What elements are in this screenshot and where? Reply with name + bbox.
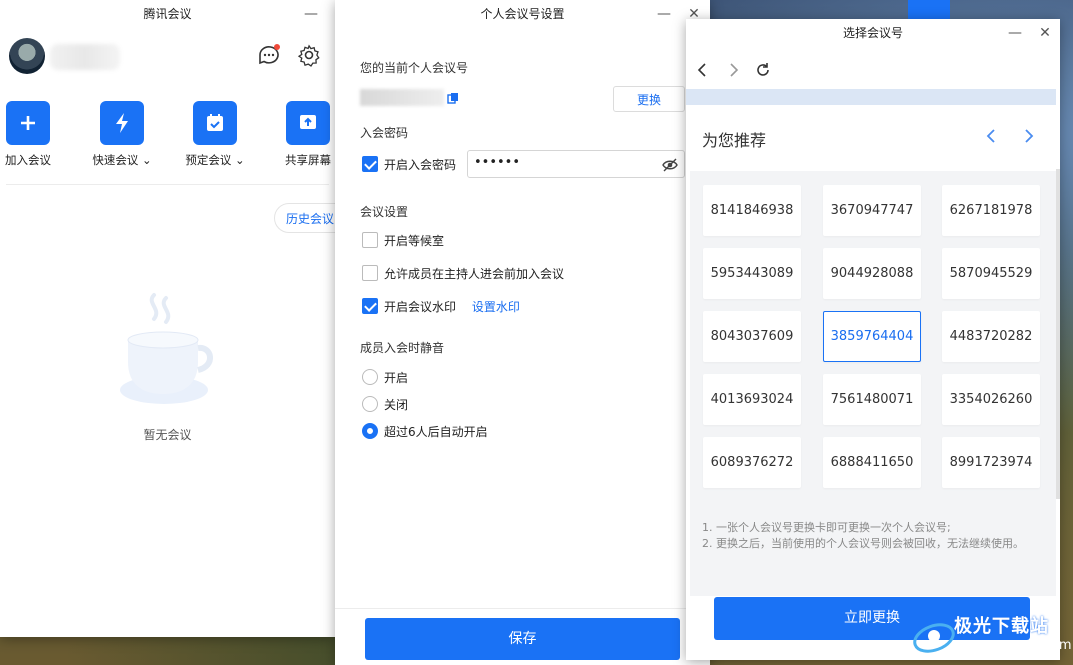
main-titlebar: 腾讯会议 — bbox=[0, 0, 335, 30]
select-titlebar: 选择会议号 — ✕ bbox=[686, 19, 1060, 49]
empty-state-text: 暂无会议 bbox=[143, 428, 192, 442]
back-icon[interactable] bbox=[694, 61, 712, 79]
set-watermark-link[interactable]: 设置水印 bbox=[472, 300, 520, 314]
empty-cup-illustration bbox=[120, 293, 213, 404]
mute-off-label: 关闭 bbox=[384, 398, 409, 412]
meeting-settings-section-label: 会议设置 bbox=[360, 205, 409, 219]
chevron-down-icon: ⌄ bbox=[142, 153, 152, 167]
number-card[interactable]: 5953443089 bbox=[703, 248, 801, 299]
settings-titlebar: 个人会议号设置 — ✕ bbox=[335, 0, 710, 30]
schedule-meeting-button[interactable]: 预定会议 ⌄ bbox=[185, 101, 245, 168]
note-2: 2. 更换之后，当前使用的个人会议号则会被回收，无法继续使用。 bbox=[702, 537, 1024, 550]
number-card[interactable]: 8141846938 bbox=[703, 185, 801, 236]
change-number-button[interactable]: 更换 bbox=[613, 86, 685, 112]
personal-meeting-settings-window: 个人会议号设置 — ✕ 您的当前个人会议号 更换 入会密码 开启入会密码 •••… bbox=[335, 0, 710, 665]
banner-strip bbox=[686, 89, 1056, 105]
chevron-down-icon: ⌄ bbox=[235, 153, 245, 167]
gear-icon[interactable] bbox=[296, 42, 322, 68]
number-card[interactable]: 4483720282 bbox=[942, 311, 1040, 362]
lightning-icon bbox=[100, 101, 144, 145]
number-card[interactable]: 9044928088 bbox=[823, 248, 921, 299]
number-card[interactable]: 6888411650 bbox=[823, 437, 921, 488]
main-window: 腾讯会议 — 加入会议 快速会议 ⌄ 预定会议 ⌄ 共享屏幕 历史会议 暂无会议 bbox=[0, 0, 354, 637]
main-window-title: 腾讯会议 bbox=[143, 7, 192, 21]
watermark-text: 极光下载站 bbox=[954, 616, 1049, 637]
watermark-logo-icon bbox=[913, 623, 955, 653]
watermark-url: www.xz7.com bbox=[982, 638, 1072, 653]
number-card[interactable]: 3670947747 bbox=[823, 185, 921, 236]
number-card[interactable]: 8991723974 bbox=[942, 437, 1040, 488]
number-card[interactable]: 7561480071 bbox=[823, 374, 921, 425]
forward-icon[interactable] bbox=[724, 61, 742, 79]
refresh-icon[interactable] bbox=[754, 61, 772, 79]
user-name-blurred bbox=[50, 44, 120, 70]
prev-page-icon[interactable] bbox=[984, 127, 998, 145]
save-button[interactable]: 保存 bbox=[365, 618, 680, 660]
mute-auto-label: 超过6人后自动开启 bbox=[384, 425, 488, 439]
settings-window-title: 个人会议号设置 bbox=[480, 7, 565, 21]
number-card[interactable]: 5870945529 bbox=[942, 248, 1040, 299]
minimize-button[interactable]: — bbox=[653, 0, 675, 28]
join-meeting-button[interactable]: 加入会议 bbox=[0, 101, 58, 168]
current-number-blurred bbox=[360, 89, 444, 106]
number-card[interactable]: 8043037609 bbox=[703, 311, 801, 362]
schedule-meeting-label: 预定会议 ⌄ bbox=[185, 153, 245, 167]
join-meeting-label: 加入会议 bbox=[5, 153, 51, 167]
number-card[interactable]: 3354026260 bbox=[942, 374, 1040, 425]
mute-on-label: 开启 bbox=[384, 371, 409, 385]
number-card[interactable]: 6267181978 bbox=[942, 185, 1040, 236]
avatar[interactable] bbox=[9, 38, 45, 74]
enable-password-checkbox[interactable] bbox=[362, 156, 378, 172]
minimize-button[interactable]: — bbox=[300, 0, 322, 28]
select-window-title: 选择会议号 bbox=[842, 26, 903, 40]
number-card[interactable]: 3859764404 bbox=[823, 311, 921, 362]
calendar-icon bbox=[193, 101, 237, 145]
number-card[interactable]: 4013693024 bbox=[703, 374, 801, 425]
mute-auto-radio[interactable] bbox=[362, 423, 378, 439]
share-screen-button[interactable]: 共享屏幕 bbox=[278, 101, 338, 168]
plus-icon bbox=[6, 101, 50, 145]
password-value: •••••• bbox=[474, 155, 521, 170]
share-screen-label: 共享屏幕 bbox=[285, 153, 331, 167]
enable-password-label: 开启入会密码 bbox=[384, 158, 457, 172]
site-watermark: 极光下载站 www.xz7.com bbox=[912, 612, 1072, 658]
copy-icon[interactable] bbox=[447, 92, 459, 104]
divider bbox=[6, 184, 329, 185]
close-icon[interactable]: ✕ bbox=[1034, 19, 1056, 47]
mute-section-label: 成员入会时静音 bbox=[360, 341, 445, 355]
join-before-host-label: 允许成员在主持人进会前加入会议 bbox=[384, 267, 565, 281]
divider bbox=[335, 608, 710, 609]
current-number-label: 您的当前个人会议号 bbox=[360, 61, 469, 75]
password-section-label: 入会密码 bbox=[360, 126, 409, 140]
quick-meeting-button[interactable]: 快速会议 ⌄ bbox=[92, 101, 152, 168]
watermark-label: 开启会议水印 设置水印 bbox=[384, 300, 520, 314]
mute-on-radio[interactable] bbox=[362, 369, 378, 385]
waiting-room-label: 开启等候室 bbox=[384, 234, 445, 248]
select-number-window: 选择会议号 — ✕ 为您推荐 8141846938 3670947747 62671… bbox=[686, 19, 1060, 660]
note-1: 1. 一张个人会议号更换卡即可更换一次个人会议号; bbox=[702, 521, 951, 534]
password-input[interactable]: •••••• bbox=[467, 150, 685, 178]
share-screen-icon bbox=[286, 101, 330, 145]
eye-hidden-icon[interactable] bbox=[661, 156, 679, 174]
next-page-icon[interactable] bbox=[1022, 127, 1036, 145]
mute-off-radio[interactable] bbox=[362, 396, 378, 412]
quick-meeting-label: 快速会议 ⌄ bbox=[92, 153, 152, 167]
scrollbar[interactable] bbox=[1056, 169, 1060, 499]
join-before-host-checkbox[interactable] bbox=[362, 265, 378, 281]
waiting-room-checkbox[interactable] bbox=[362, 232, 378, 248]
number-card[interactable]: 6089376272 bbox=[703, 437, 801, 488]
recommend-title: 为您推荐 bbox=[702, 131, 767, 150]
minimize-button[interactable]: — bbox=[1004, 19, 1026, 47]
watermark-checkbox[interactable] bbox=[362, 298, 378, 314]
message-icon[interactable] bbox=[256, 42, 282, 68]
